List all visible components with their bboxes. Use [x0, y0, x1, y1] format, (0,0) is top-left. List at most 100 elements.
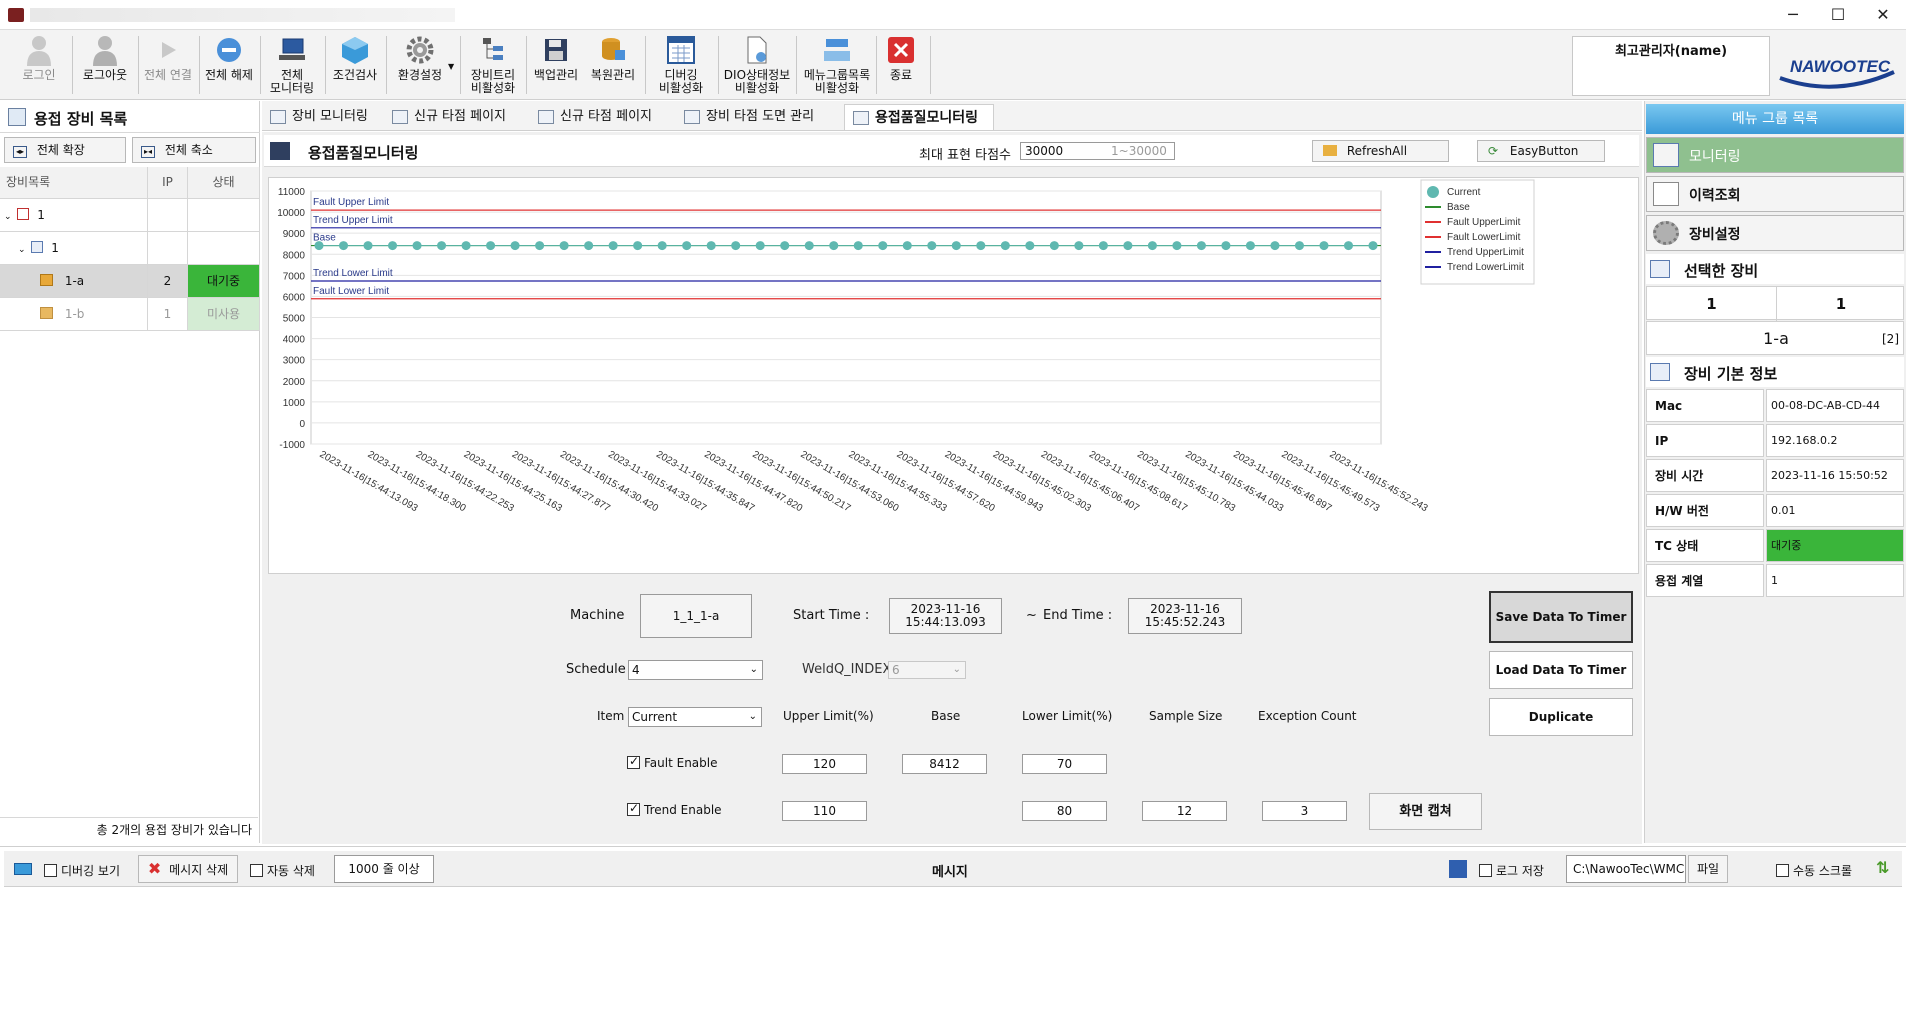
minimize-button[interactable]: ─ — [1770, 0, 1816, 30]
monitor-all-button[interactable]: 전체 모니터링 — [262, 34, 322, 96]
debug-toggle-button[interactable]: 디버깅 비활성화 — [648, 34, 714, 96]
log-save-checkbox[interactable]: 로그 저장 — [1479, 862, 1544, 879]
tab-new-spot-page-1[interactable]: 신규 타점 페이지 — [384, 104, 530, 130]
collapse-all-button[interactable]: ▸◂ 전체 축소 — [132, 137, 256, 163]
fault-lower-input[interactable]: 70 — [1022, 754, 1107, 774]
info-key: 용접 계열 — [1646, 564, 1764, 597]
refresh-all-button[interactable]: RefreshAll — [1312, 140, 1449, 162]
menu-item-device-settings[interactable]: 장비설정 — [1646, 215, 1904, 251]
item-select[interactable]: Current ⌄ — [628, 707, 762, 727]
device-count-footer: 총 2개의 용접 장비가 있습니다 — [0, 817, 258, 841]
logout-button[interactable]: 로그아웃 — [74, 34, 136, 96]
settings-button[interactable]: 환경설정 — [388, 34, 452, 96]
limit-annotation: Fault Lower Limit — [313, 286, 389, 297]
line-limit-input[interactable]: 1000 줄 이상 — [334, 855, 434, 883]
trend-upper-input[interactable]: 110 — [782, 801, 867, 821]
condition-check-button[interactable]: 조건검사 — [326, 34, 384, 96]
auto-delete-checkbox[interactable]: 자동 삭제 — [250, 862, 315, 879]
debug-view-checkbox[interactable]: 디버깅 보기 — [44, 862, 120, 879]
info-key: IP — [1646, 424, 1764, 457]
row-status — [188, 232, 260, 265]
play-icon — [152, 34, 184, 66]
col-header-ip[interactable]: IP — [148, 167, 188, 199]
device-tree-toggle-button[interactable]: 장비트리 비활성화 — [462, 34, 524, 96]
trend-lower-input[interactable]: 80 — [1022, 801, 1107, 821]
delete-messages-button[interactable]: ✖ 메시지 삭제 — [138, 855, 238, 883]
settings-dropdown-icon[interactable]: ▼ — [448, 62, 454, 71]
disconnect-all-button[interactable]: 전체 해제 — [200, 34, 258, 96]
gear-icon — [1653, 221, 1679, 245]
fault-upper-input[interactable]: 120 — [782, 754, 867, 774]
menu-item-history[interactable]: 이력조회 — [1646, 176, 1904, 212]
y-tick-label: 11000 — [278, 187, 306, 198]
tab-new-spot-page-2[interactable]: 신규 타점 페이지 — [530, 104, 676, 130]
connect-all-button[interactable]: 전체 연결 — [138, 34, 198, 96]
trend-exception-input[interactable]: 3 — [1262, 801, 1347, 821]
info-value: 00-08-DC-AB-CD-44 — [1766, 389, 1904, 422]
monitor-header: 용접품질모니터링 최대 표현 타점수 30000 1~30000 Refresh… — [264, 135, 1639, 167]
tab-spot-drawing-mgmt[interactable]: 장비 타점 도면 관리 — [676, 104, 844, 130]
current-data-point — [412, 241, 422, 251]
current-data-point — [878, 241, 888, 251]
save-data-to-timer-button[interactable]: Save Data To Timer — [1489, 591, 1633, 643]
floppy-icon[interactable] — [1449, 860, 1467, 878]
exit-button[interactable]: 종료 — [878, 34, 924, 96]
file-button[interactable]: 파일 — [1688, 855, 1728, 883]
col-header-status[interactable]: 상태 — [188, 167, 260, 199]
current-data-point — [804, 241, 814, 251]
legend-label: Fault LowerLimit — [1447, 232, 1521, 243]
document-icon — [741, 34, 773, 66]
trend-sample-input[interactable]: 12 — [1142, 801, 1227, 821]
tree-node-group[interactable]: ⌄ 1 — [0, 232, 148, 265]
manual-scroll-checkbox[interactable]: 수동 스크롤 — [1776, 862, 1852, 879]
tab-icon — [270, 110, 286, 124]
screen-capture-button[interactable]: 화면 캡쳐 — [1369, 793, 1482, 830]
fault-enable-checkbox[interactable]: Fault Enable — [627, 754, 718, 770]
max-points-input[interactable]: 30000 1~30000 — [1020, 142, 1175, 160]
current-data-point — [437, 241, 447, 251]
col-header-device[interactable]: 장비목록 — [0, 167, 148, 199]
menu-group-toggle-button[interactable]: 메뉴그룹목록 비활성화 — [798, 34, 876, 96]
tab-weld-quality-monitoring[interactable]: 용접품질모니터링 — [844, 104, 994, 130]
y-tick-label: 5000 — [283, 314, 306, 325]
log-path-input[interactable]: C:\NawooTec\WMCS\L — [1566, 855, 1686, 883]
floppy-icon — [540, 34, 572, 66]
menu-item-monitoring[interactable]: 모니터링 — [1646, 137, 1904, 173]
chevron-down-icon: ⌄ — [4, 212, 12, 222]
tree-node-device-1b[interactable]: 1-b — [0, 298, 148, 331]
window-close-button[interactable]: ✕ — [1860, 0, 1906, 30]
tab-device-monitoring[interactable]: 장비 모니터링 — [262, 104, 384, 130]
login-button[interactable]: 로그인 — [8, 34, 70, 96]
maximize-button[interactable]: ☐ — [1815, 0, 1861, 30]
title-blur — [30, 8, 455, 22]
current-data-point — [1098, 241, 1108, 251]
y-tick-label: 9000 — [283, 229, 306, 240]
trend-enable-checkbox[interactable]: Trend Enable — [627, 801, 722, 817]
app-icon — [8, 8, 24, 22]
restore-button[interactable]: 복원관리 — [584, 34, 642, 96]
current-data-point — [706, 241, 716, 251]
close-icon: ✖ — [147, 859, 162, 878]
current-data-point — [1368, 241, 1378, 251]
cube-icon — [339, 34, 371, 66]
schedule-select[interactable]: 4 ⌄ — [628, 660, 763, 680]
dio-status-toggle-button[interactable]: DIO상태정보 비활성화 — [720, 34, 794, 96]
backup-button[interactable]: 백업관리 — [528, 34, 584, 96]
current-data-point — [731, 241, 741, 251]
svg-text:NAWOOTEC: NAWOOTEC — [1790, 57, 1891, 76]
y-tick-label: 1000 — [283, 398, 306, 409]
current-data-point — [314, 241, 324, 251]
folder-open-icon — [1323, 145, 1337, 156]
tree-node-device-1a[interactable]: 1-a — [0, 265, 148, 298]
duplicate-button[interactable]: Duplicate — [1489, 698, 1633, 736]
calendar-icon — [665, 34, 697, 66]
easy-button[interactable]: ⟳ EasyButton — [1477, 140, 1605, 162]
weldq-index-select[interactable]: 6 ⌄ — [888, 661, 966, 679]
sort-arrows-icon[interactable]: ⇅ — [1876, 858, 1889, 877]
message-log-area[interactable] — [8, 890, 1898, 1028]
load-data-to-timer-button[interactable]: Load Data To Timer — [1489, 651, 1633, 689]
expand-all-button[interactable]: ◂▸ 전체 확장 — [4, 137, 126, 163]
tree-node-root[interactable]: ⌄ 1 — [0, 199, 148, 232]
fault-base-input[interactable]: 8412 — [902, 754, 987, 774]
message-toolbar: 디버깅 보기 ✖ 메시지 삭제 자동 삭제 1000 줄 이상 메시지 로그 저… — [4, 851, 1902, 887]
